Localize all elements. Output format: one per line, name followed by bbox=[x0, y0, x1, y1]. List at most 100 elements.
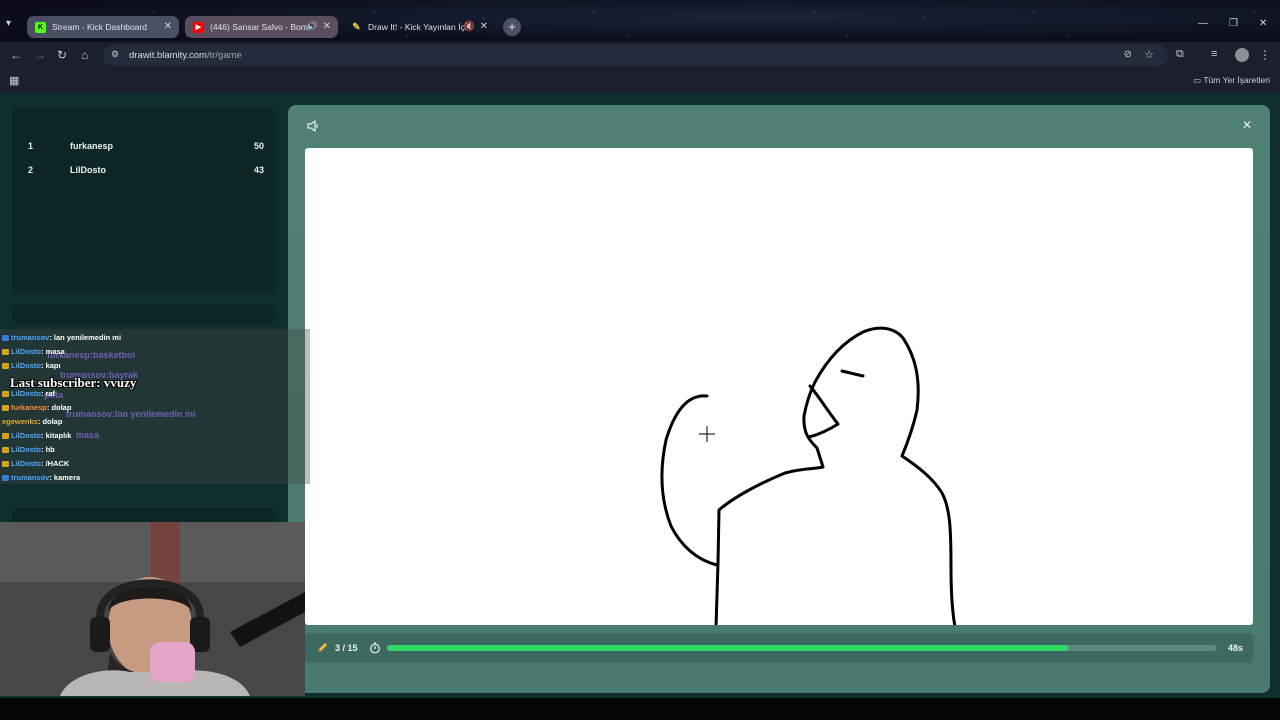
last-subscriber: Last subscriber: vvuzy bbox=[10, 375, 137, 390]
pencil-icon: ✎ bbox=[352, 21, 361, 33]
browser-toolbar: ← → ↻ ⌂ ⚙ drawit.blamity.com/tr/game ⊘ ☆… bbox=[0, 42, 1280, 69]
extensions-icon[interactable]: ⧉ bbox=[1176, 48, 1184, 61]
chat-message: LilDosto: kitaplık bbox=[2, 431, 71, 440]
chat-username: LilDosto bbox=[11, 459, 41, 468]
rank: 2 bbox=[28, 165, 34, 175]
site-info-icon[interactable]: ⚙ bbox=[111, 49, 119, 60]
streamer-webcam-image bbox=[0, 522, 305, 696]
youtube-icon: ▶ bbox=[193, 21, 204, 33]
chat-text: : lan yenilemedin mi bbox=[49, 333, 122, 342]
chat-badge-icon bbox=[2, 461, 9, 468]
browser-tab-strip: ▾ K Stream - Kick Dashboard ✕ ▶ (446) Sa… bbox=[0, 0, 1280, 42]
chat-username: furkanesp bbox=[11, 403, 47, 412]
chat-username: LilDosto bbox=[11, 445, 41, 454]
chat-text: : kamera bbox=[49, 473, 81, 482]
media-control-icon[interactable]: ≡ bbox=[1211, 48, 1217, 60]
drawing-canvas[interactable] bbox=[305, 148, 1253, 625]
chat-text: : /HACK bbox=[41, 459, 70, 468]
faded-chat-message: masa bbox=[76, 430, 99, 440]
kick-logo-icon: K bbox=[35, 21, 46, 33]
menu-icon[interactable]: ⋮ bbox=[1259, 48, 1271, 62]
chat-badge-icon bbox=[2, 447, 9, 454]
close-window-icon[interactable]: ✕ bbox=[1259, 18, 1267, 29]
faded-chat-message: trumansov:lan yenilemedin mi bbox=[66, 409, 196, 419]
tab-youtube[interactable]: ▶ (446) Sansar Salvo - Bomba 🔊 ✕ bbox=[185, 16, 338, 38]
chat-username: LilDosto bbox=[11, 431, 41, 440]
game-panel: ✕ 3 / 15 48s bbox=[288, 105, 1270, 693]
time-progress-bar bbox=[387, 645, 1217, 651]
close-tab-icon[interactable]: ✕ bbox=[323, 21, 331, 32]
screen: { "browser": { "tabs": [ {"label": "Stre… bbox=[0, 0, 1280, 720]
player-name: LilDosto bbox=[70, 165, 106, 175]
close-tab-icon[interactable]: ✕ bbox=[480, 21, 488, 32]
tab-search-icon[interactable]: ▾ bbox=[6, 18, 11, 29]
speaker-icon[interactable] bbox=[306, 119, 320, 133]
url-domain: drawit.blamity.com bbox=[129, 50, 207, 61]
chat-message: trumansov: kamera bbox=[2, 473, 80, 482]
chat-username: egewenks bbox=[2, 417, 38, 426]
tab-label: Stream - Kick Dashboard bbox=[52, 22, 147, 32]
eye-off-icon[interactable]: ⊘ bbox=[1124, 49, 1132, 60]
home-icon[interactable]: ⌂ bbox=[81, 48, 88, 62]
faded-chat-text: :basketbol bbox=[90, 350, 136, 360]
chat-badge-icon bbox=[2, 405, 9, 412]
leaderboard-row: 1 furkanesp 50 bbox=[28, 141, 264, 155]
timer-icon bbox=[370, 642, 380, 654]
player-score: 43 bbox=[253, 165, 264, 175]
restore-icon[interactable]: ❐ bbox=[1229, 18, 1238, 29]
leaderboard: 1 furkanesp 50 2 LilDosto 43 bbox=[12, 107, 275, 294]
chat-text: : masa bbox=[41, 347, 65, 356]
time-progress-fill bbox=[387, 645, 1068, 651]
chat-badge-icon bbox=[2, 475, 9, 482]
chat-badge-icon bbox=[2, 335, 9, 342]
rank: 1 bbox=[28, 141, 34, 151]
player-name: furkanesp bbox=[70, 141, 114, 151]
chat-message: furkanesp: dolap bbox=[2, 403, 71, 412]
pencil-icon bbox=[318, 643, 327, 652]
screen-bottom-edge bbox=[0, 698, 1280, 720]
chat-message: egewenks: dolap bbox=[2, 417, 62, 426]
speaker-icon[interactable]: 🔊 bbox=[307, 21, 318, 32]
faded-chat-text: :lan yenilemedin mi bbox=[112, 409, 196, 419]
all-bookmarks[interactable]: ▭ Tüm Yer İşaretleri bbox=[1193, 75, 1270, 86]
tab-kick-dashboard[interactable]: K Stream - Kick Dashboard ✕ bbox=[27, 16, 179, 38]
crosshair-cursor-icon bbox=[699, 426, 715, 442]
back-icon[interactable]: ← bbox=[10, 48, 22, 62]
side-panel bbox=[12, 305, 275, 323]
chat-badge-icon bbox=[2, 391, 9, 398]
drawing bbox=[660, 326, 957, 625]
url-path: /tr/game bbox=[206, 50, 242, 61]
bookmarks-bar: ▦ ▭ Tüm Yer İşaretleri bbox=[0, 69, 1280, 93]
leaderboard-row: 2 LilDosto 43 bbox=[28, 165, 264, 179]
reload-icon[interactable]: ↻ bbox=[57, 48, 67, 62]
faded-chat-username: trumansov bbox=[66, 409, 113, 419]
mute-icon[interactable]: 🔇 bbox=[464, 21, 475, 32]
player-score: 50 bbox=[253, 141, 264, 151]
chat-text: : dolap bbox=[37, 417, 63, 426]
tab-draw-it[interactable]: ✎ Draw It! - Kick Yayınları İçin 🔇 ✕ bbox=[343, 16, 495, 38]
bookmark-star-icon[interactable]: ☆ bbox=[1144, 48, 1154, 61]
apps-grid-icon[interactable]: ▦ bbox=[9, 74, 19, 87]
chat-message: LilDosto: /HACK bbox=[2, 459, 69, 468]
chat-text: : dolap bbox=[46, 403, 72, 412]
new-tab-button[interactable]: + bbox=[503, 18, 521, 36]
tab-label: (446) Sansar Salvo - Bomba bbox=[210, 22, 310, 32]
chat-text: : kitaplık bbox=[41, 431, 72, 440]
round-counter: 3 / 15 bbox=[335, 643, 358, 653]
chat-username: trumansov bbox=[11, 333, 50, 342]
close-icon[interactable]: ✕ bbox=[1242, 118, 1252, 132]
all-bookmarks-label: Tüm Yer İşaretleri bbox=[1203, 75, 1270, 85]
chat-text: : hb bbox=[41, 445, 55, 454]
faded-chat-text: masa bbox=[76, 430, 100, 440]
close-tab-icon[interactable]: ✕ bbox=[164, 21, 172, 32]
minimize-icon[interactable]: — bbox=[1198, 18, 1208, 29]
chat-message: LilDosto: masa bbox=[2, 347, 65, 356]
chat-message: LilDosto: hb bbox=[2, 445, 55, 454]
forward-icon[interactable]: → bbox=[34, 48, 46, 62]
profile-avatar[interactable] bbox=[1235, 48, 1249, 62]
address-bar[interactable]: ⚙ drawit.blamity.com/tr/game ⊘ ☆ bbox=[103, 45, 1168, 66]
chat-badge-icon bbox=[2, 363, 9, 370]
chat-message: LilDosto: kapı bbox=[2, 361, 61, 370]
chat-username: LilDosto bbox=[11, 347, 41, 356]
round-status-bar: 3 / 15 48s bbox=[305, 633, 1253, 663]
